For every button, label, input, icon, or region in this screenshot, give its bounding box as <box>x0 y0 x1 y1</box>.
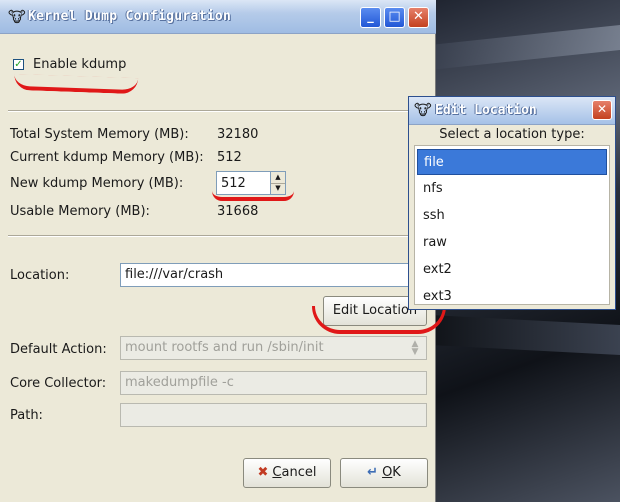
desktop-band <box>430 25 620 70</box>
enable-kdump-checkbox[interactable]: ✓ <box>13 59 24 70</box>
window-title: Kernel Dump Configuration <box>28 9 232 24</box>
default-action-value: mount rootfs and run /sbin/init <box>125 340 324 355</box>
usable-memory-value: 31668 <box>217 204 259 219</box>
enable-kdump-label[interactable]: Enable kdump <box>33 57 126 72</box>
ok-icon: ↵ <box>367 465 379 480</box>
dialog-title: Edit Location <box>435 103 537 118</box>
new-kdump-memory-label: New kdump Memory (MB): <box>10 176 184 191</box>
cancel-label: ancel <box>281 465 317 480</box>
list-item-ext2[interactable]: ext2 <box>417 257 607 283</box>
close-button[interactable]: ✕ <box>408 7 429 28</box>
default-action-label: Default Action: <box>10 342 107 357</box>
edit-location-dialog: 🐮 Edit Location ✕ Select a location type… <box>408 96 616 310</box>
desktop-band <box>430 315 620 355</box>
dialog-close-button[interactable]: ✕ <box>592 100 612 120</box>
separator <box>8 110 428 112</box>
cancel-mnemonic: C <box>272 465 282 480</box>
path-input[interactable] <box>120 403 427 427</box>
location-type-prompt: Select a location type: <box>439 127 585 142</box>
minimize-button[interactable]: _ <box>360 7 381 28</box>
path-label: Path: <box>10 408 43 423</box>
annotation-underline <box>312 306 446 334</box>
location-input[interactable]: file:///var/crash <box>120 263 420 287</box>
total-memory-value: 32180 <box>217 127 259 142</box>
total-memory-label: Total System Memory (MB): <box>10 127 189 142</box>
dialog-titlebar[interactable]: 🐮 Edit Location ✕ <box>409 97 615 125</box>
combo-arrows-icon: ▲ ▼ <box>411 339 419 357</box>
app-icon: 🐮 <box>414 101 432 119</box>
ok-button[interactable]: ↵ OK <box>340 458 428 488</box>
cancel-icon: ✖ <box>257 465 269 480</box>
location-type-list[interactable]: file nfs ssh raw ext2 ext3 <box>414 145 610 305</box>
app-icon: 🐮 <box>8 8 26 26</box>
window-content: ✓ Enable kdump Total System Memory (MB):… <box>0 34 436 502</box>
core-collector-label: Core Collector: <box>10 376 107 391</box>
core-collector-input[interactable]: makedumpfile -c <box>120 371 427 395</box>
list-item-ext3[interactable]: ext3 <box>417 284 607 310</box>
ok-label: K <box>392 465 401 480</box>
default-action-combo[interactable]: mount rootfs and run /sbin/init ▲ ▼ <box>120 336 427 360</box>
location-label: Location: <box>10 268 70 283</box>
current-kdump-memory-label: Current kdump Memory (MB): <box>10 150 204 165</box>
window-titlebar[interactable]: 🐮 Kernel Dump Configuration _ □ ✕ <box>0 0 436 34</box>
list-item-nfs[interactable]: nfs <box>417 176 607 202</box>
separator <box>8 235 428 237</box>
list-item-raw[interactable]: raw <box>417 230 607 256</box>
maximize-button[interactable]: □ <box>384 7 405 28</box>
annotation-underline <box>212 191 294 201</box>
spinner-value[interactable]: 512 <box>221 176 246 191</box>
ok-mnemonic: O <box>382 465 393 480</box>
current-kdump-memory-value: 512 <box>217 150 242 165</box>
usable-memory-label: Usable Memory (MB): <box>10 204 150 219</box>
cancel-button[interactable]: ✖ Cancel <box>243 458 331 488</box>
list-item-file[interactable]: file <box>417 149 607 175</box>
list-item-ssh[interactable]: ssh <box>417 203 607 229</box>
